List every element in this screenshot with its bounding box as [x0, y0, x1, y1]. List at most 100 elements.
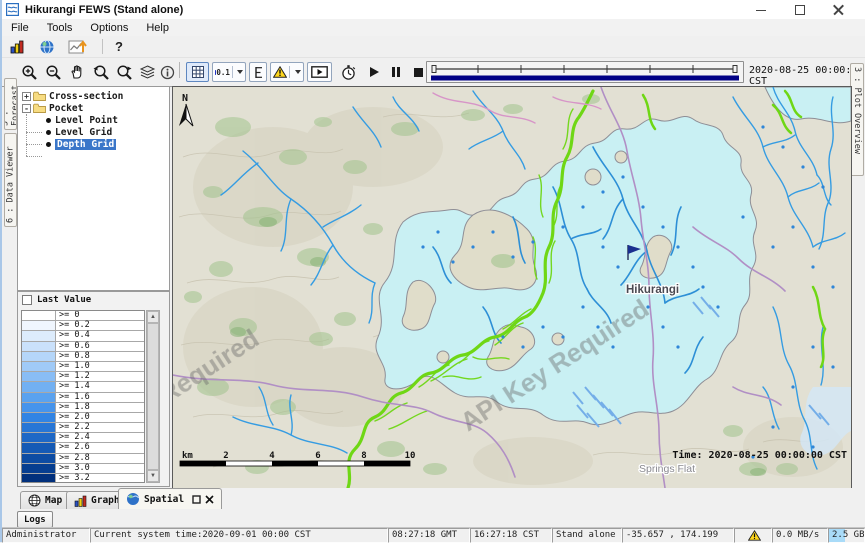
status-download-speed: 0.0 MB/s: [772, 528, 828, 543]
tree-item-level-point[interactable]: Level Point: [18, 114, 169, 126]
title-bar: Hikurangi FEWS (Stand alone): [2, 0, 865, 19]
legend-panel: Last Value >= 0>= 0.2>= 0.4>= 0.6>= 0.8>…: [17, 291, 170, 487]
maximize-button[interactable]: [794, 4, 806, 16]
zoom-in-icon[interactable]: [18, 62, 40, 82]
warning-icon: [273, 66, 287, 78]
legend-row[interactable]: >= 3.2: [22, 474, 144, 483]
pan-hand-icon[interactable]: [66, 62, 88, 82]
svg-text:8: 8: [361, 451, 366, 461]
expand-icon[interactable]: +: [22, 92, 31, 101]
animation-panel-button[interactable]: [307, 62, 332, 82]
toolbar-separator: [102, 39, 103, 54]
thresholds-dropdown[interactable]: [270, 62, 304, 82]
svg-text:4: 4: [269, 451, 275, 461]
maximize-panel-icon[interactable]: [192, 495, 201, 504]
legend-row-label: >= 0: [56, 311, 144, 320]
menu-item-file[interactable]: File: [2, 21, 38, 35]
scale-bar-button[interactable]: [249, 62, 267, 82]
node-bullet-icon: [46, 118, 51, 123]
legend-color-swatch: [22, 433, 56, 442]
zoom-out-icon[interactable]: [42, 62, 64, 82]
last-value-checkbox[interactable]: [22, 295, 32, 305]
svg-text:2: 2: [223, 451, 228, 461]
legend-row-label: >= 2.0: [56, 413, 144, 422]
status-mode: Stand alone: [552, 528, 622, 543]
legend-color-swatch: [22, 413, 56, 422]
window-title: Hikurangi FEWS (Stand alone): [25, 4, 183, 16]
play-button[interactable]: [366, 62, 382, 82]
pause-button[interactable]: [388, 62, 404, 82]
status-coordinates: -35.657 , 174.199: [622, 528, 734, 543]
interval-value: 0.1: [216, 68, 230, 77]
database-display-icon[interactable]: [9, 39, 26, 55]
status-system-time: Current system time:2020-09-01 00:00 CST: [90, 528, 388, 543]
side-tab-plot-overview[interactable]: 3 : Plot Overview: [850, 63, 864, 176]
legend-color-swatch: [22, 342, 56, 351]
tree-item-pocket[interactable]: - Pocket: [18, 102, 169, 114]
tree-item-cross-section[interactable]: + Cross-section: [18, 90, 169, 102]
chevron-down-icon: [237, 70, 243, 74]
menu-item-help[interactable]: Help: [137, 21, 178, 35]
node-bullet-icon: [46, 142, 51, 147]
legend-color-swatch: [22, 352, 56, 361]
legend-color-swatch: [22, 474, 56, 483]
timeline-track: [427, 62, 743, 82]
legend-color-swatch: [22, 362, 56, 371]
legend-color-swatch: [22, 443, 56, 452]
layers-icon[interactable]: [136, 62, 158, 82]
scroll-up-icon[interactable]: ▲: [147, 311, 159, 323]
close-panel-icon[interactable]: [205, 495, 214, 504]
svg-text:N: N: [182, 93, 188, 104]
legend-color-swatch: [22, 311, 56, 320]
legend-color-swatch: [22, 372, 56, 381]
app-window: Hikurangi FEWS (Stand alone) File Tools …: [0, 0, 865, 542]
stop-button[interactable]: [410, 62, 426, 82]
spatial-display-icon[interactable]: [68, 39, 88, 55]
last-value-label: Last Value: [37, 295, 91, 305]
map-display-icon[interactable]: [39, 39, 55, 55]
place-label: Springs Flat: [639, 463, 695, 475]
legend-color-swatch: [22, 403, 56, 412]
minimize-button[interactable]: [755, 4, 767, 16]
legend-row-label: >= 3.2: [56, 474, 144, 483]
timeline-slider[interactable]: [426, 61, 744, 83]
legend-color-swatch: [22, 464, 56, 473]
legend-row-label: >= 1.6: [56, 393, 144, 402]
close-button[interactable]: [833, 4, 845, 16]
status-warning-cell[interactable]: [734, 528, 772, 543]
map-viewport[interactable]: API Key Required API Key Required N Hiku…: [172, 86, 852, 489]
app-logo-icon: [6, 3, 19, 16]
side-tab-forecast[interactable]: 5 : Forecast: [4, 78, 17, 130]
status-bar: Administrator Current system time:2020-0…: [2, 527, 865, 543]
class-interval-dropdown[interactable]: 0.1: [212, 62, 246, 82]
toolbar-separator: [179, 62, 180, 78]
legend-color-swatch: [22, 331, 56, 340]
legend-row-label: >= 1.2: [56, 372, 144, 381]
map-time-label: Time: 2020-08-25 00:00:00 CST: [672, 449, 847, 461]
legend-row-label: >= 1.4: [56, 382, 144, 391]
info-icon[interactable]: [157, 62, 177, 82]
logs-button[interactable]: Logs: [17, 511, 53, 528]
menu-item-options[interactable]: Options: [81, 21, 137, 35]
menu-item-tools[interactable]: Tools: [38, 21, 82, 35]
legend-color-swatch: [22, 423, 56, 432]
help-button[interactable]: ?: [111, 39, 127, 54]
zoom-next-icon[interactable]: [114, 62, 136, 82]
zoom-previous-icon[interactable]: [90, 62, 112, 82]
scroll-down-icon[interactable]: ▼: [147, 470, 159, 482]
menu-bar: File Tools Options Help: [2, 19, 865, 36]
legend-row-label: >= 0.2: [56, 321, 144, 330]
tab-map[interactable]: Map: [20, 491, 70, 509]
tab-spatial[interactable]: Spatial: [118, 488, 222, 509]
legend-row[interactable]: >= 1.4: [22, 382, 144, 392]
grid-display-button[interactable]: [186, 62, 209, 82]
legend-scrollbar[interactable]: ▲ ▼: [146, 310, 160, 483]
animation-timer-icon[interactable]: [336, 62, 360, 82]
globe-icon: [126, 492, 140, 506]
legend-row-label: >= 0.6: [56, 342, 144, 351]
scrollbar-thumb[interactable]: [147, 323, 159, 470]
collapse-icon[interactable]: -: [22, 104, 31, 113]
node-bullet-icon: [46, 130, 51, 135]
legend-row-label: >= 3.0: [56, 464, 144, 473]
side-tab-data-viewer[interactable]: 6 : Data Viewer: [4, 133, 17, 227]
